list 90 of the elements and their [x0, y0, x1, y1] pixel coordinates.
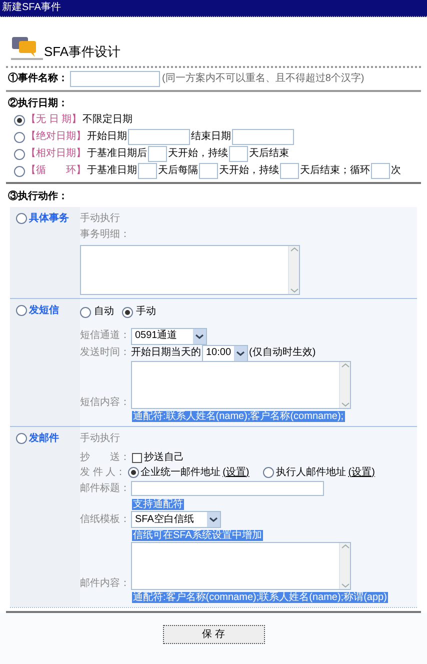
- radio-button[interactable]: [16, 433, 27, 444]
- checkbox[interactable]: [132, 453, 142, 463]
- field-label: 信纸模板：: [80, 514, 130, 526]
- option-tag: 【循 环】: [26, 165, 86, 177]
- hint-label: 信纸可在SFA系统设置中增加: [132, 530, 263, 541]
- radio-label: 执行人邮件地址: [276, 466, 346, 478]
- radio-button[interactable]: [14, 166, 25, 176]
- radio-button[interactable]: [14, 148, 25, 160]
- field-label: 事务明细：: [80, 229, 131, 241]
- field-label: 邮件内容：: [80, 578, 130, 590]
- option-text: 次: [391, 165, 401, 177]
- chat-bubbles-icon: [11, 35, 43, 61]
- checkbox-label: 抄送自己: [144, 452, 184, 464]
- option-text: 天开始，持续: [168, 148, 228, 160]
- radio-button[interactable]: [16, 305, 27, 316]
- field-label: 发 件 人：: [80, 466, 126, 478]
- action-label[interactable]: 发短信: [29, 305, 59, 317]
- option-tag: 【无 日 期】: [26, 114, 82, 126]
- option-text: 于基准日期: [87, 165, 137, 177]
- mode-text: 手动执行: [80, 433, 121, 445]
- radio-button[interactable]: [80, 306, 91, 318]
- option-tag: 【相对日期】: [26, 148, 86, 160]
- text-area[interactable]: [131, 542, 351, 590]
- option-text: 天后每隔: [158, 165, 198, 177]
- option-text: 开始日期: [87, 131, 127, 143]
- input-field[interactable]: [128, 129, 190, 145]
- option-text: 于基准日期后: [87, 148, 147, 160]
- dropdown[interactable]: SFA空白信纸: [131, 511, 221, 528]
- time-note: (仅自动时生效): [249, 347, 316, 359]
- field-label: 发送时间：: [80, 347, 130, 359]
- caret-icon: [207, 512, 220, 527]
- option-text: 天后结束；循环: [300, 165, 370, 177]
- scrollbar[interactable]: [339, 543, 350, 589]
- field-label: 短信内容：: [80, 397, 130, 409]
- caret-icon: [193, 328, 206, 344]
- radio-label: 手动: [136, 306, 156, 318]
- scroll-up-icon[interactable]: [340, 362, 350, 369]
- time-prefix: 开始日期当天的: [131, 347, 201, 359]
- radio-button[interactable]: [16, 213, 27, 224]
- input-field[interactable]: [280, 163, 299, 179]
- settings-link[interactable]: (设置): [222, 466, 250, 478]
- hint-text: (同一方案内不可以重名、且不得超过8个汉字): [162, 73, 364, 85]
- caret-icon: [234, 346, 247, 360]
- option-tag: 【绝对日期】: [26, 131, 86, 143]
- settings-link[interactable]: (设置): [348, 466, 375, 478]
- save-button[interactable]: 保 存: [162, 625, 264, 644]
- section-label: ①事件名称：: [8, 73, 68, 85]
- dropdown[interactable]: 0591通道: [131, 328, 207, 344]
- radio-label: 企业统一邮件地址: [140, 466, 221, 478]
- action-label[interactable]: 发邮件: [29, 433, 59, 445]
- page-heading: SFA事件设计: [44, 45, 121, 61]
- input-field[interactable]: [371, 163, 390, 179]
- input-field[interactable]: [148, 146, 167, 162]
- hint-label: 支持通配符: [132, 499, 184, 510]
- scroll-down-icon[interactable]: [340, 401, 350, 408]
- text-area[interactable]: [80, 245, 300, 295]
- radio-button[interactable]: [128, 467, 139, 478]
- input-field[interactable]: [199, 163, 218, 179]
- text-area[interactable]: [131, 361, 351, 409]
- option-text: 不限定日期: [82, 114, 133, 126]
- scroll-down-icon[interactable]: [290, 287, 298, 294]
- option-text: 结束日期: [191, 131, 231, 143]
- input-field[interactable]: [131, 481, 324, 496]
- radio-button[interactable]: [263, 467, 274, 478]
- field-label: 邮件标题：: [80, 482, 130, 494]
- hint-label: 通配符:联系人姓名(name);客户名称(comname);: [132, 411, 345, 422]
- radio-label: 自动: [94, 306, 114, 318]
- action-label[interactable]: 具体事务: [29, 213, 69, 225]
- input-field[interactable]: [70, 71, 160, 87]
- input-field[interactable]: [232, 129, 294, 145]
- field-label: 短信通道：: [80, 330, 130, 342]
- dropdown[interactable]: 10:00: [202, 344, 248, 362]
- scroll-up-icon[interactable]: [340, 543, 350, 550]
- option-text: 天开始，持续: [219, 165, 279, 177]
- input-field[interactable]: [229, 146, 248, 162]
- radio-button[interactable]: [14, 132, 25, 142]
- scrollbar[interactable]: [339, 362, 350, 408]
- field-label: 抄 送：: [80, 452, 130, 464]
- scroll-up-icon[interactable]: [290, 246, 298, 253]
- scroll-down-icon[interactable]: [340, 582, 350, 589]
- hint-label: 通配符:客户名称(comname);联系人姓名(name);称谓(app): [132, 592, 388, 603]
- mode-text: 手动执行: [80, 213, 121, 225]
- scrollbar[interactable]: [288, 246, 299, 294]
- option-text: 天后结束: [249, 148, 289, 160]
- window-title: 新建SFA事件: [2, 2, 61, 14]
- input-field[interactable]: [138, 163, 157, 179]
- section-label: ②执行日期：: [8, 98, 69, 110]
- radio-button[interactable]: [122, 306, 133, 318]
- section-label: ③执行动作：: [8, 191, 68, 202]
- radio-button[interactable]: [14, 114, 25, 126]
